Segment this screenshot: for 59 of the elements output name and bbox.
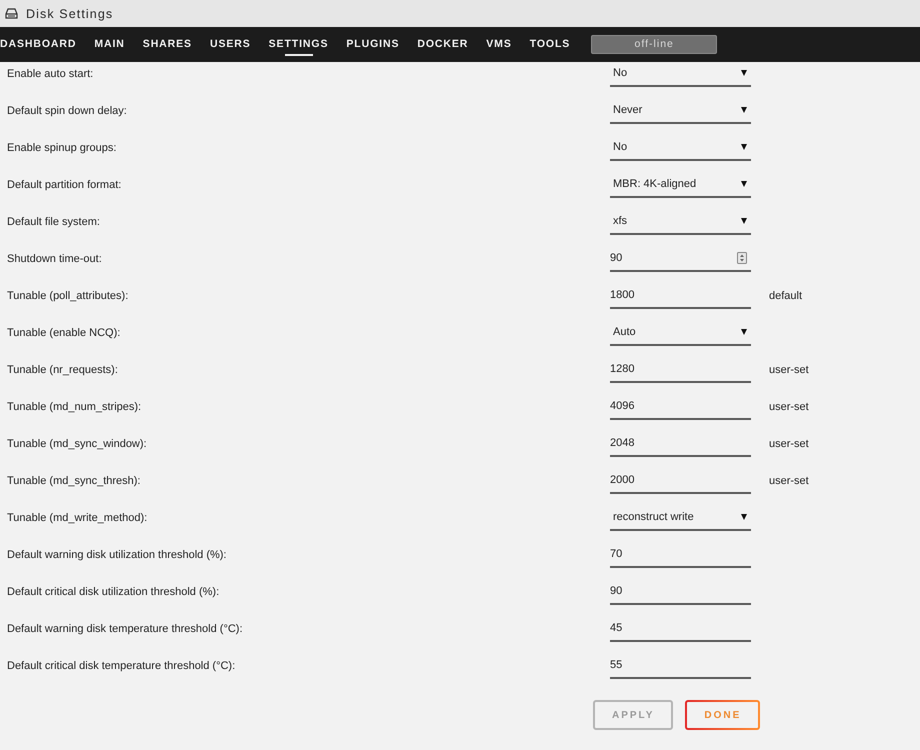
input-field[interactable]: 1800 (610, 284, 751, 309)
caret-icon (741, 70, 747, 76)
setting-note: user-set (769, 474, 809, 489)
nav-tab[interactable]: MAIN (94, 32, 125, 58)
nav-tab[interactable]: DOCKER (417, 32, 468, 58)
caret-icon (741, 328, 747, 334)
input-field[interactable]: 2000 (610, 469, 751, 494)
input-field[interactable]: 2048 (610, 432, 751, 457)
drive-icon (5, 8, 18, 19)
input-field[interactable]: 55 (610, 654, 751, 679)
setting-label: Default warning disk utilization threshold (%): (7, 548, 226, 563)
select-field[interactable]: xfs (610, 210, 751, 235)
nav-tab[interactable]: USERS (210, 32, 251, 58)
caret-icon (741, 514, 747, 520)
setting-label: Enable auto start: (7, 67, 94, 82)
caret-icon (741, 144, 747, 150)
setting-note: default (769, 289, 802, 304)
setting-label: Tunable (enable NCQ): (7, 326, 120, 341)
select-field[interactable]: Never (610, 99, 751, 124)
select-field[interactable]: No (610, 62, 751, 87)
setting-label: Tunable (md_sync_window): (7, 437, 147, 452)
number-field[interactable]: 90 (610, 247, 751, 272)
input-field[interactable]: 4096 (610, 395, 751, 420)
nav-tab[interactable]: SHARES (142, 32, 192, 58)
setting-label: Default partition format: (7, 178, 122, 193)
select-field[interactable]: No (610, 136, 751, 161)
spinner-icon[interactable] (737, 252, 747, 264)
caret-icon (741, 106, 747, 112)
setting-label: Tunable (nr_requests): (7, 363, 118, 378)
setting-label: Enable spinup groups: (7, 141, 116, 156)
setting-label: Default spin down delay: (7, 104, 127, 119)
setting-label: Default warning disk temperature threshold (°C): (7, 622, 243, 637)
nav-tab[interactable]: VMS (486, 32, 512, 58)
select-field[interactable]: reconstruct write (610, 506, 751, 531)
caret-icon (741, 218, 747, 224)
input-field[interactable]: 70 (610, 543, 751, 568)
caret-icon (741, 180, 747, 186)
setting-note: user-set (769, 363, 809, 378)
input-field[interactable]: 90 (610, 580, 751, 605)
select-field[interactable]: Auto (610, 321, 751, 346)
setting-label: Tunable (md_num_stripes): (7, 400, 142, 415)
setting-label: Tunable (md_write_method): (7, 511, 148, 526)
input-field[interactable]: 45 (610, 617, 751, 642)
select-field[interactable]: MBR: 4K-aligned (610, 173, 751, 198)
status-badge: off-line (591, 35, 718, 54)
setting-note: user-set (769, 400, 809, 415)
nav-tab[interactable]: PLUGINS (346, 32, 400, 58)
nav-tab[interactable]: DASHBOARD (0, 32, 76, 58)
input-field[interactable]: 1280 (610, 358, 751, 383)
window-title: Disk Settings (26, 6, 114, 20)
setting-label: Default critical disk utilization threshold (%): (7, 585, 220, 600)
setting-label: Default critical disk temperature threshold (°C): (7, 659, 236, 674)
setting-label: Tunable (md_sync_thresh): (7, 474, 140, 489)
setting-note: user-set (769, 437, 809, 452)
nav-tab[interactable]: TOOLS (530, 32, 570, 58)
setting-label: Tunable (poll_attributes): (7, 289, 128, 304)
setting-label: Shutdown time-out: (7, 252, 102, 267)
setting-label: Default file system: (7, 215, 100, 230)
nav-tab[interactable]: SETTINGS (268, 32, 328, 58)
